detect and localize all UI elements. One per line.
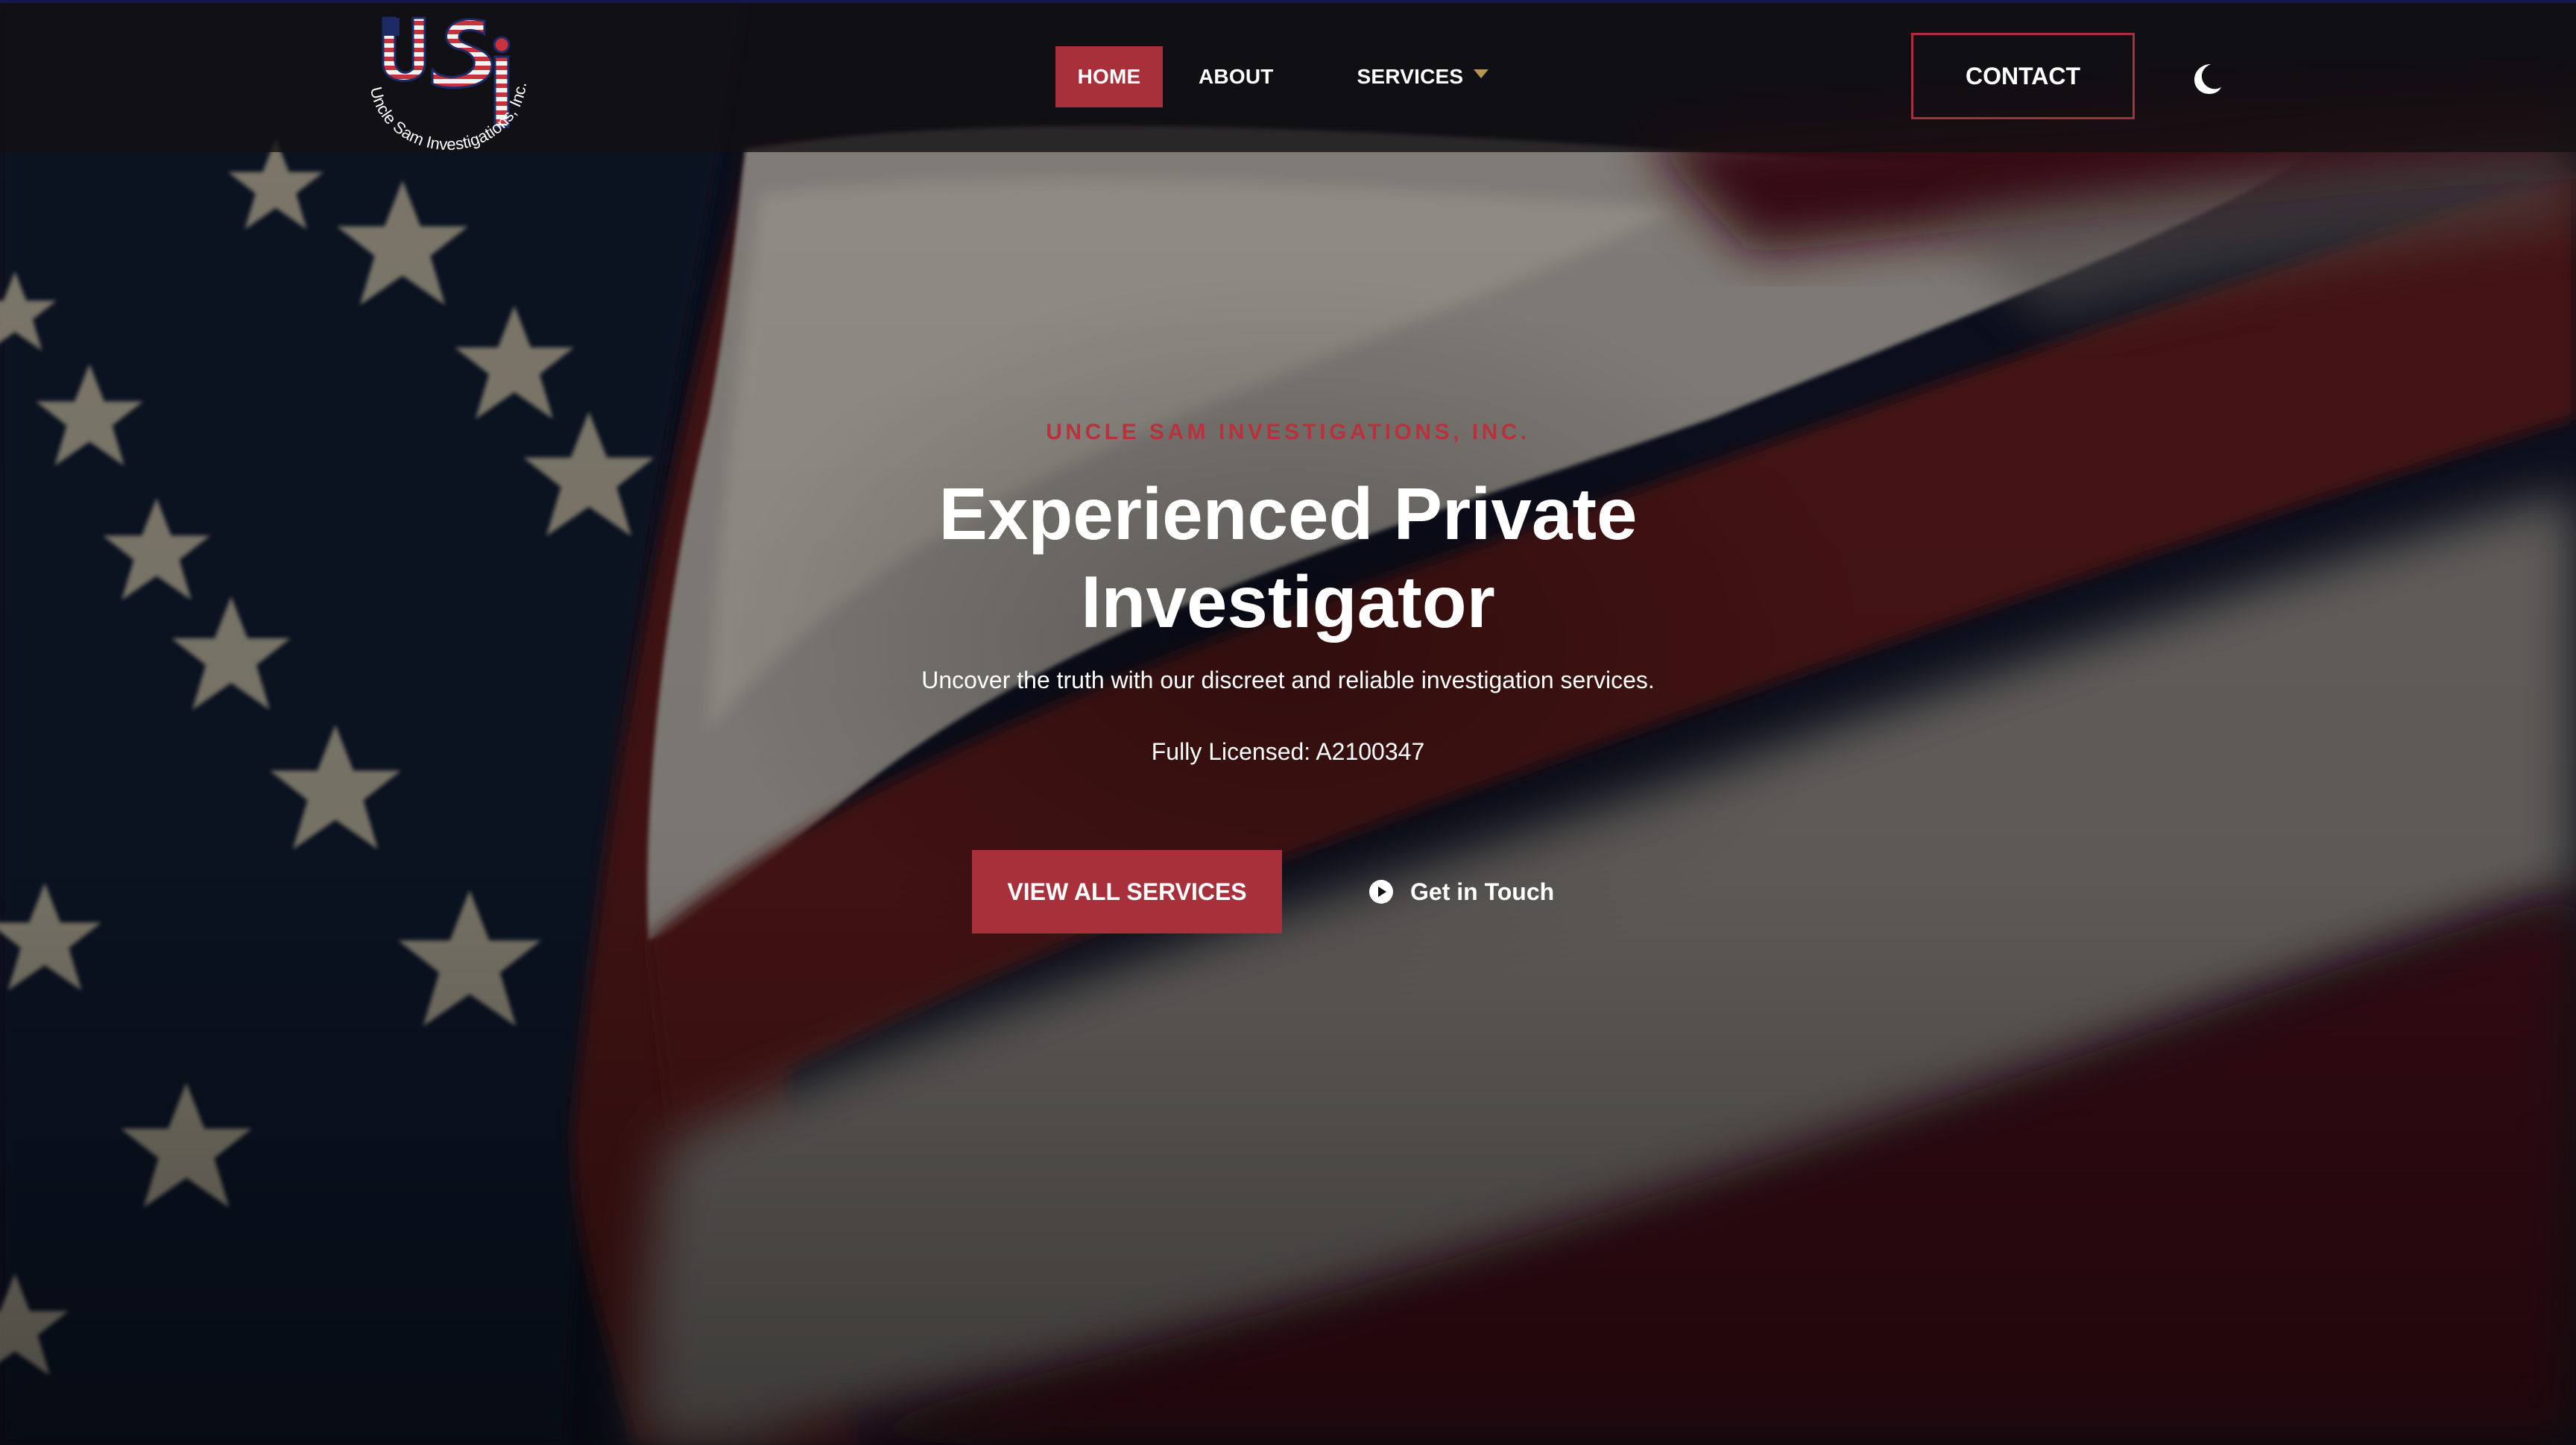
hero-eyebrow: UNCLE SAM INVESTIGATIONS, INC. — [1046, 420, 1530, 444]
contact-button-label: CONTACT — [1965, 62, 2081, 89]
nav-item-home[interactable]: HOME — [1055, 46, 1163, 107]
site-logo[interactable]: Uncle Sam Investigations, Inc. — [347, 12, 549, 158]
nav-item-services[interactable]: SERVICES — [1357, 46, 1489, 107]
moon-icon — [2194, 64, 2221, 94]
theme-toggle-button[interactable] — [2188, 60, 2224, 95]
hero-section: UNCLE SAM INVESTIGATIONS, INC. Experienc… — [0, 410, 2576, 769]
play-circle-icon — [1369, 880, 1393, 904]
main-nav: HOME ABOUT SERVICES — [1055, 46, 1489, 107]
license-number: Fully Licensed: A2100347 — [1151, 738, 1425, 765]
nav-item-services-label: SERVICES — [1357, 65, 1464, 88]
hero-cta-row: VIEW ALL SERVICES Get in Touch — [0, 850, 2576, 934]
view-all-services-label: VIEW ALL SERVICES — [1007, 878, 1247, 905]
chevron-down-icon — [1474, 69, 1489, 78]
nav-item-about[interactable]: ABOUT — [1199, 46, 1274, 107]
get-in-touch-link[interactable]: Get in Touch — [1368, 850, 1554, 934]
contact-button[interactable]: CONTACT — [1911, 33, 2135, 119]
hero-subtitle: Uncover the truth with our discreet and … — [921, 667, 1655, 693]
get-in-touch-label: Get in Touch — [1410, 878, 1555, 905]
page: Uncle Sam Investigations, Inc. HOME ABOU… — [0, 0, 2576, 1445]
nav-item-about-label: ABOUT — [1199, 65, 1274, 88]
view-all-services-button[interactable]: VIEW ALL SERVICES — [972, 850, 1282, 934]
logo-monogram-mark — [382, 16, 511, 128]
hero-title: Experienced Private Investigator — [938, 473, 1638, 643]
nav-item-home-label: HOME — [1077, 65, 1141, 88]
top-accent-line — [0, 0, 2576, 3]
